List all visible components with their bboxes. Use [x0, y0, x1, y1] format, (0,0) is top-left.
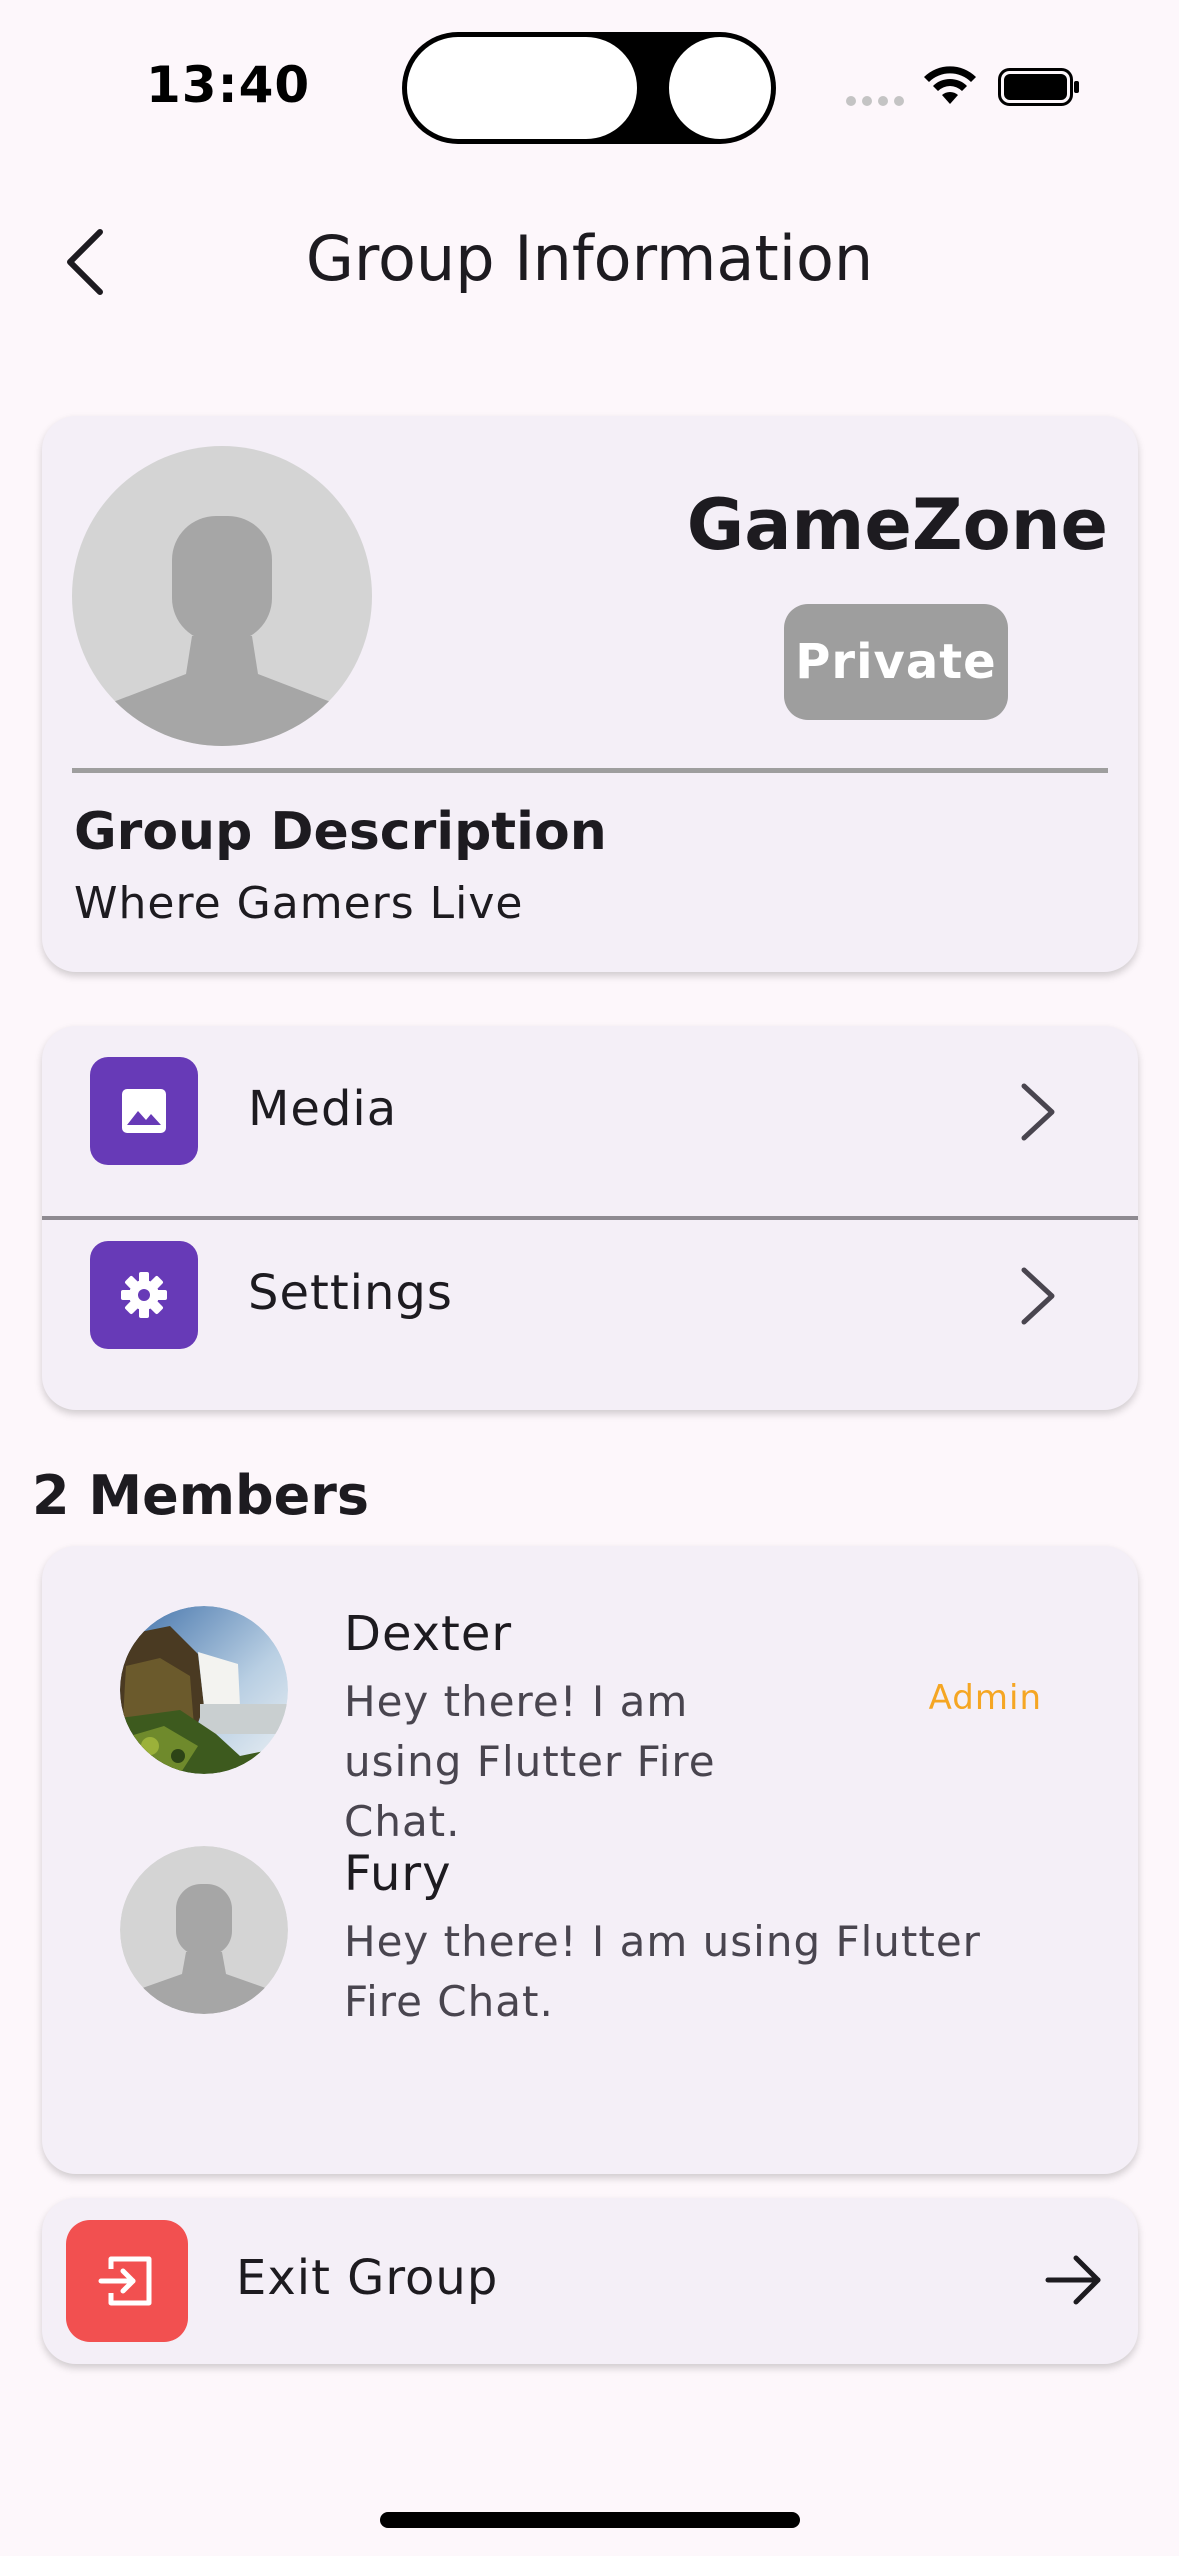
member-avatar-placeholder-icon [120, 1846, 288, 2014]
options-card: Media Settings [42, 1026, 1138, 1410]
chevron-right-icon [1021, 1083, 1055, 1141]
exit-group-button[interactable]: Exit Group [42, 2198, 1138, 2364]
home-indicator[interactable] [380, 2512, 800, 2528]
privacy-badge: Private [784, 604, 1008, 720]
member-avatar-waterfall-photo [120, 1606, 288, 1774]
wifi-icon [924, 66, 976, 104]
group-name: GameZone [686, 484, 1108, 566]
island-left-pill [407, 37, 637, 139]
member-status: Hey there! I am using Flutter Fire Chat. [344, 1917, 981, 2026]
members-count-heading: 2 Members [32, 1464, 370, 1527]
exit-icon [98, 2256, 152, 2306]
dynamic-island [402, 32, 776, 144]
group-information-screen: 13:40 Group Information GameZone Private [0, 0, 1179, 2556]
divider [72, 768, 1108, 773]
cellular-signal-icon [846, 96, 906, 106]
island-right-pill [669, 37, 771, 139]
media-row[interactable]: Media [42, 1026, 1138, 1220]
members-card: Dexter Hey there! I am using Flutter Fir… [42, 1546, 1138, 2174]
description-text: Where Gamers Live [74, 878, 524, 929]
group-info-card: GameZone Private Group Description Where… [42, 416, 1138, 972]
media-label: Media [248, 1081, 398, 1137]
member-name: Dexter [344, 1606, 513, 1662]
page-title: Group Information [305, 222, 874, 295]
member-status: Hey there! I am using Flutter Fire Chat. [344, 1677, 716, 1846]
group-avatar-placeholder-icon[interactable] [72, 446, 372, 746]
media-icon-tile [90, 1057, 198, 1165]
status-time: 13:40 [146, 56, 311, 114]
settings-row[interactable]: Settings [42, 1220, 1138, 1410]
member-row[interactable]: Fury Hey there! I am using Flutter Fire … [42, 1846, 1138, 2046]
gear-icon [121, 1272, 167, 1318]
image-icon [122, 1089, 166, 1133]
settings-icon-tile [90, 1241, 198, 1349]
member-row[interactable]: Dexter Hey there! I am using Flutter Fir… [42, 1606, 1138, 1846]
settings-label: Settings [248, 1265, 453, 1321]
chevron-right-icon [1021, 1267, 1055, 1325]
member-name: Fury [344, 1846, 452, 1902]
exit-group-label: Exit Group [236, 2250, 499, 2306]
arrow-right-icon [1045, 2255, 1101, 2305]
description-heading: Group Description [74, 802, 607, 862]
exit-icon-tile [66, 2220, 188, 2342]
admin-badge: Admin [928, 1678, 1042, 1718]
battery-icon [998, 68, 1079, 106]
